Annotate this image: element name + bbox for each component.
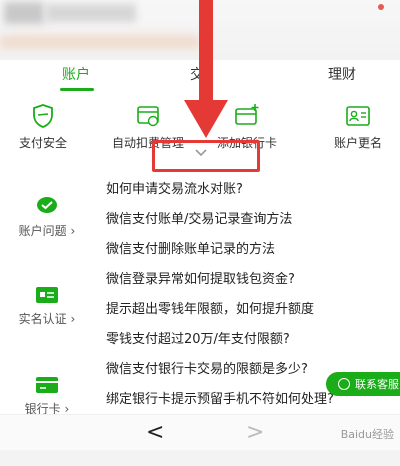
back-button[interactable]: < (146, 420, 164, 445)
avatar (4, 2, 44, 24)
category-label: 账户问题 › (18, 224, 76, 238)
blurred-info (0, 36, 200, 48)
tab-account[interactable]: 账户 (62, 64, 90, 84)
question-item[interactable]: 绑定银行卡提示预留手机不符如何处理? (106, 388, 334, 407)
tab-wealth[interactable]: 理财 (328, 64, 356, 84)
feature-label: 支付安全 (18, 136, 67, 150)
feature-rename-account[interactable]: 账户更名 (308, 102, 400, 151)
rename-account-icon (346, 106, 370, 126)
category-account-issues[interactable]: 账户问题 › (0, 194, 94, 239)
feature-label: 账户更名 (333, 136, 382, 150)
add-card-icon (235, 104, 259, 125)
question-item[interactable]: 微信登录异常如何提取钱包资金? (106, 268, 295, 287)
question-item[interactable]: 微信支付账单/交易记录查询方法 (106, 208, 292, 227)
blurred-username (46, 4, 136, 22)
active-tab-indicator (60, 88, 94, 91)
chat-icon (338, 378, 350, 390)
profile-header (0, 0, 400, 60)
category-real-name[interactable]: 实名认证 › (0, 286, 94, 327)
category-bank-card[interactable]: 银行卡 › (0, 376, 94, 417)
contact-label: 联系客服 (355, 378, 399, 391)
shield-icon (33, 104, 53, 128)
notification-dot (378, 4, 384, 10)
question-item[interactable]: 提示超出零钱年限额，如何提升额度 (106, 298, 314, 317)
tab-transaction[interactable]: 交 (190, 64, 204, 84)
question-item[interactable]: 零钱支付超过20万/年支付限额? (106, 328, 290, 347)
id-card-icon (36, 287, 58, 303)
category-label: 实名认证 › (18, 312, 76, 326)
watermark: Baidu经验 (340, 428, 394, 441)
annotation-highlight-box (152, 140, 260, 172)
forward-button[interactable]: > (246, 420, 264, 445)
bank-card-icon (36, 377, 58, 393)
question-item[interactable]: 如何申请交易流水对账? (106, 178, 243, 197)
contact-support-button[interactable]: 联系客服 (326, 372, 400, 396)
auto-deduct-icon (137, 106, 159, 127)
question-item[interactable]: 微信支付删除账单记录的方法 (106, 238, 275, 257)
category-tabs: 账户 交 理财 (0, 58, 400, 92)
question-item[interactable]: 微信支付银行卡交易的限额是多少? (106, 358, 308, 377)
account-check-icon (37, 197, 57, 213)
feature-payment-security[interactable]: 支付安全 (0, 102, 93, 151)
bottom-strip (0, 450, 400, 466)
